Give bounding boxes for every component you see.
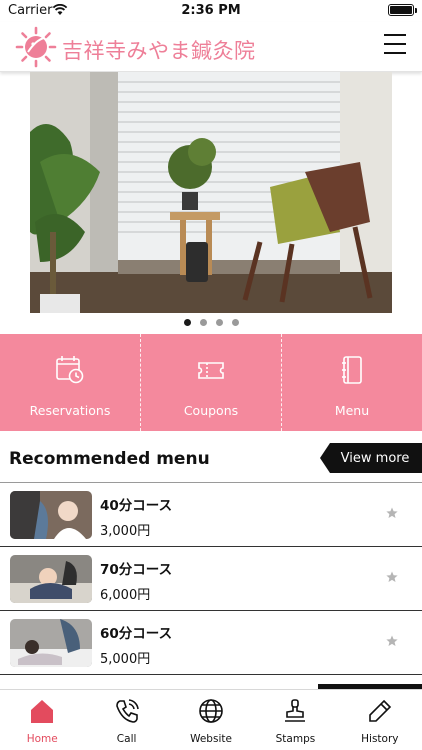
coupons-button[interactable]: Coupons: [140, 334, 281, 431]
home-icon: [31, 700, 54, 723]
pencil-icon: [369, 699, 391, 722]
list-item[interactable]: 60分コース 5,000円: [0, 611, 422, 675]
stamp-icon: [285, 699, 306, 722]
page-dot[interactable]: [199, 319, 207, 326]
clock: 2:36 PM: [181, 3, 241, 18]
view-more-button[interactable]: View more: [320, 443, 422, 473]
course-name: 40分コース: [100, 498, 173, 514]
menu-button[interactable]: Menu: [281, 334, 422, 431]
brand-name: 吉祥寺みやま鍼灸院: [62, 39, 256, 63]
tab-website-label: Website: [190, 733, 232, 745]
tab-home-label: Home: [26, 733, 58, 745]
course-price: 5,000円: [100, 652, 151, 667]
section-title: Recommended menu: [9, 449, 210, 469]
list-item[interactable]: 70分コース 6,000円: [0, 547, 422, 611]
reservations-label: Reservations: [29, 403, 111, 418]
course-name: 70分コース: [100, 562, 173, 578]
tab-website[interactable]: Website: [169, 690, 253, 750]
hero-carousel-image[interactable]: [30, 72, 392, 313]
status-bar: Carrier 2:36 PM: [0, 0, 422, 22]
carousel-page-indicator[interactable]: [0, 319, 422, 329]
hamburger-menu-button[interactable]: [384, 34, 406, 58]
phone-icon: [115, 699, 139, 723]
star-icon[interactable]: [386, 635, 398, 647]
course-thumbnail: [10, 491, 92, 539]
page-dot[interactable]: [215, 319, 223, 326]
menu-label: Menu: [334, 403, 370, 418]
logo-sun-icon: [15, 26, 57, 68]
tab-history[interactable]: History: [338, 690, 422, 750]
star-icon[interactable]: [386, 571, 398, 583]
recommended-menu-list: 40分コース 3,000円 70分コース 6,000円 60分コース 5,000…: [0, 483, 422, 675]
list-item[interactable]: 40分コース 3,000円: [0, 483, 422, 547]
course-thumbnail: [10, 619, 92, 667]
tab-home[interactable]: Home: [0, 690, 84, 750]
course-thumbnail: [10, 555, 92, 603]
reservations-button[interactable]: Reservations: [0, 334, 140, 431]
tab-history-label: History: [361, 733, 399, 745]
ticket-icon: [198, 362, 224, 379]
tab-call-label: Call: [116, 733, 137, 745]
battery-icon: [388, 4, 414, 16]
course-name: 60分コース: [100, 626, 173, 642]
course-price: 6,000円: [100, 588, 151, 603]
app-header: 吉祥寺みやま鍼灸院: [0, 22, 422, 72]
page-dot[interactable]: [231, 319, 239, 326]
tab-call[interactable]: Call: [84, 690, 168, 750]
course-price: 3,000円: [100, 524, 151, 539]
bottom-tab-bar: Home Call Website Stamps History: [0, 689, 422, 750]
coupons-label: Coupons: [183, 403, 239, 418]
tab-stamps[interactable]: Stamps: [253, 690, 337, 750]
quick-menu: Reservations Coupons Menu: [0, 334, 422, 431]
book-icon: [342, 356, 362, 384]
tab-stamps-label: Stamps: [275, 733, 316, 745]
globe-icon: [199, 699, 223, 723]
page-dot-active[interactable]: [183, 319, 191, 326]
star-icon[interactable]: [386, 507, 398, 519]
calendar-clock-icon: [56, 356, 84, 384]
interior-photo: [30, 72, 392, 313]
